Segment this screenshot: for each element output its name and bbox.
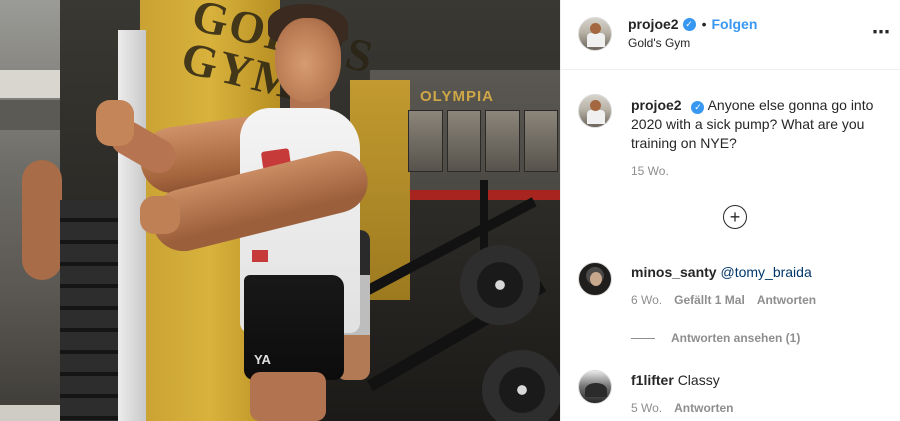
caption-timestamp[interactable]: 15 Wo. bbox=[631, 164, 669, 178]
verified-badge-icon: ✓ bbox=[691, 101, 705, 114]
replies-divider bbox=[631, 337, 655, 339]
avatar[interactable] bbox=[578, 262, 612, 296]
caption-text-block: projoe2 ✓ Anyone else gonna go into 2020… bbox=[631, 96, 886, 153]
photo-tank-logo bbox=[252, 250, 268, 262]
comment-timestamp[interactable]: 5 Wo. bbox=[631, 401, 662, 415]
comment-line: f1lifter Classy bbox=[631, 372, 720, 388]
comment-meta: 6 Wo. Gefällt 1 Mal Antworten bbox=[631, 293, 816, 307]
reply-button[interactable]: Antworten bbox=[674, 401, 733, 415]
avatar[interactable] bbox=[578, 370, 612, 404]
view-replies-button[interactable]: Antworten ansehen (1) bbox=[631, 331, 800, 345]
load-more-comments-button[interactable]: + bbox=[723, 205, 747, 229]
comment-username[interactable]: minos_santy bbox=[631, 264, 717, 280]
more-options-icon[interactable]: ⋯ bbox=[872, 22, 891, 43]
post-photo[interactable]: GOLD'S GYM OLYMPIA YA bbox=[0, 0, 560, 421]
photo-subject-head bbox=[275, 18, 341, 102]
comment-meta: 5 Wo. Antworten bbox=[631, 401, 733, 415]
photo-subject-fist bbox=[140, 196, 180, 234]
avatar[interactable] bbox=[578, 17, 612, 51]
comment-likes[interactable]: Gefällt 1 Mal bbox=[674, 293, 745, 307]
caption-username[interactable]: projoe2 bbox=[631, 97, 682, 113]
separator-dot: • bbox=[701, 16, 707, 32]
post-username[interactable]: projoe2 bbox=[628, 16, 679, 32]
photo-shorts-logo: YA bbox=[254, 352, 271, 367]
follow-button[interactable]: Folgen bbox=[711, 16, 757, 32]
comment-line: minos_santy @tomy_braida bbox=[631, 264, 812, 280]
photo-subject-legs bbox=[250, 372, 326, 421]
photo-subject: YA bbox=[0, 0, 560, 421]
photo-subject-fist bbox=[96, 100, 134, 146]
reply-button[interactable]: Antworten bbox=[757, 293, 816, 307]
post-header: projoe2 ✓ • Folgen Gold's Gym ⋯ bbox=[561, 0, 900, 70]
post-header-user-line: projoe2 ✓ • Folgen bbox=[628, 16, 757, 32]
comment-mention[interactable]: @tomy_braida bbox=[720, 264, 811, 280]
post-side-panel: projoe2 ✓ • Folgen Gold's Gym ⋯ projoe2 … bbox=[560, 0, 900, 421]
avatar[interactable] bbox=[578, 94, 612, 128]
verified-badge-icon: ✓ bbox=[682, 17, 696, 31]
post-location[interactable]: Gold's Gym bbox=[628, 36, 690, 50]
plus-circle-icon: + bbox=[729, 207, 741, 227]
view-replies-label: Antworten ansehen (1) bbox=[671, 331, 801, 345]
comment-text: Classy bbox=[677, 372, 720, 388]
comment-username[interactable]: f1lifter bbox=[631, 372, 674, 388]
comment-timestamp[interactable]: 6 Wo. bbox=[631, 293, 662, 307]
